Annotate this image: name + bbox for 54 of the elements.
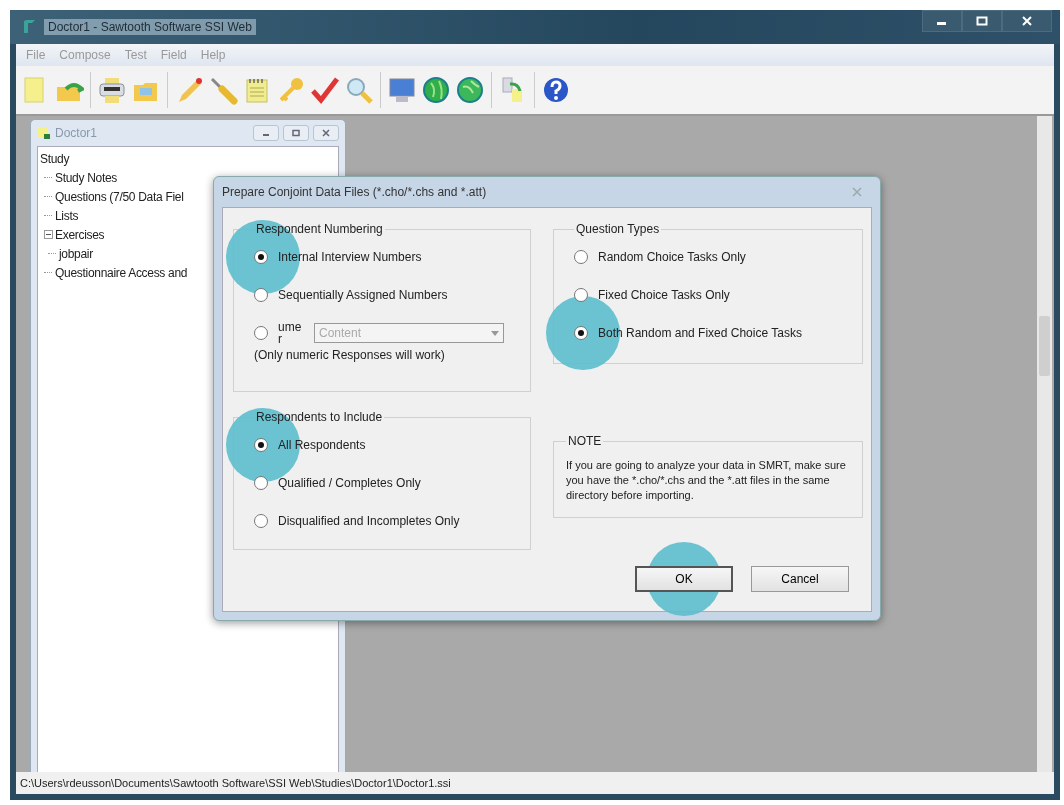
dropdown-arrow-icon bbox=[491, 330, 499, 336]
radio-label[interactable]: Disqualified and Incompletes Only bbox=[278, 514, 460, 528]
child-window-title: Doctor1 bbox=[55, 126, 98, 140]
radio-button[interactable] bbox=[574, 288, 588, 302]
globe-icon bbox=[421, 75, 451, 105]
file-path: C:\Users\rdeusson\Documents\Sawtooth Software\SSI Web\Studies\Doctor1\Doctor1.ssi bbox=[20, 777, 451, 789]
close-icon bbox=[1020, 16, 1034, 26]
tree-item[interactable]: Questionnaire Access and bbox=[55, 265, 188, 280]
radio-label[interactable]: ume r bbox=[278, 321, 304, 345]
cancel-button[interactable]: Cancel bbox=[751, 566, 849, 592]
globe-icon bbox=[455, 75, 485, 105]
radio-label[interactable]: Sequentially Assigned Numbers bbox=[278, 288, 448, 302]
close-button[interactable] bbox=[1002, 10, 1052, 32]
restore-button[interactable] bbox=[283, 125, 309, 141]
tree-item[interactable]: Study Notes bbox=[55, 170, 118, 185]
radio-label[interactable]: Fixed Choice Tasks Only bbox=[598, 288, 730, 302]
collapse-toggle[interactable] bbox=[44, 230, 53, 239]
hint-text: (Only numeric Responses will work) bbox=[254, 348, 446, 362]
tree-item[interactable]: Exercises bbox=[55, 227, 105, 242]
radio-button[interactable] bbox=[574, 250, 588, 264]
radio-button[interactable] bbox=[254, 476, 268, 490]
radio-button[interactable] bbox=[254, 326, 268, 340]
window-title: Doctor1 - Sawtooth Software SSI Web bbox=[44, 19, 256, 35]
app-icon bbox=[22, 19, 38, 35]
maximize-button[interactable] bbox=[962, 10, 1002, 32]
note-text: If you are going to analyze your data in SMRT, make sure you have the *.cho/*.chs and the *.att files in the same directory before importing. bbox=[566, 458, 847, 503]
checkmark-icon bbox=[310, 75, 340, 105]
radio-label[interactable]: Random Choice Tasks Only bbox=[598, 250, 746, 264]
ok-button[interactable]: OK bbox=[635, 566, 733, 592]
tree-item[interactable]: Questions (7/50 Data Fiel bbox=[55, 189, 184, 204]
close-icon bbox=[321, 129, 331, 137]
minimize-button[interactable] bbox=[253, 125, 279, 141]
minimize-button[interactable] bbox=[922, 10, 962, 32]
group-title: NOTE bbox=[567, 434, 603, 448]
close-icon bbox=[852, 187, 862, 197]
document-icon bbox=[37, 126, 51, 140]
scrollbar[interactable] bbox=[1037, 116, 1052, 772]
dialog-title: Prepare Conjoint Data Files (*.cho/*.chs and *.att) bbox=[222, 185, 487, 199]
radio-button[interactable] bbox=[254, 514, 268, 528]
close-button[interactable] bbox=[313, 125, 339, 141]
radio-button[interactable] bbox=[254, 288, 268, 302]
restore-icon bbox=[291, 129, 301, 137]
magnifier-icon bbox=[344, 75, 374, 105]
tree-item[interactable]: jobpair bbox=[59, 246, 93, 261]
scrollbar-thumb[interactable] bbox=[1039, 316, 1050, 376]
group-title: Question Types bbox=[575, 222, 661, 236]
screwdriver-icon bbox=[208, 75, 238, 105]
printer-icon bbox=[97, 75, 127, 105]
help-icon bbox=[541, 75, 571, 105]
monitor-icon bbox=[387, 75, 417, 105]
tree-item[interactable]: Study bbox=[40, 151, 70, 166]
tree-item[interactable]: Lists bbox=[55, 208, 79, 223]
radio-label[interactable]: Qualified / Completes Only bbox=[278, 476, 421, 490]
maximize-icon bbox=[975, 16, 989, 26]
